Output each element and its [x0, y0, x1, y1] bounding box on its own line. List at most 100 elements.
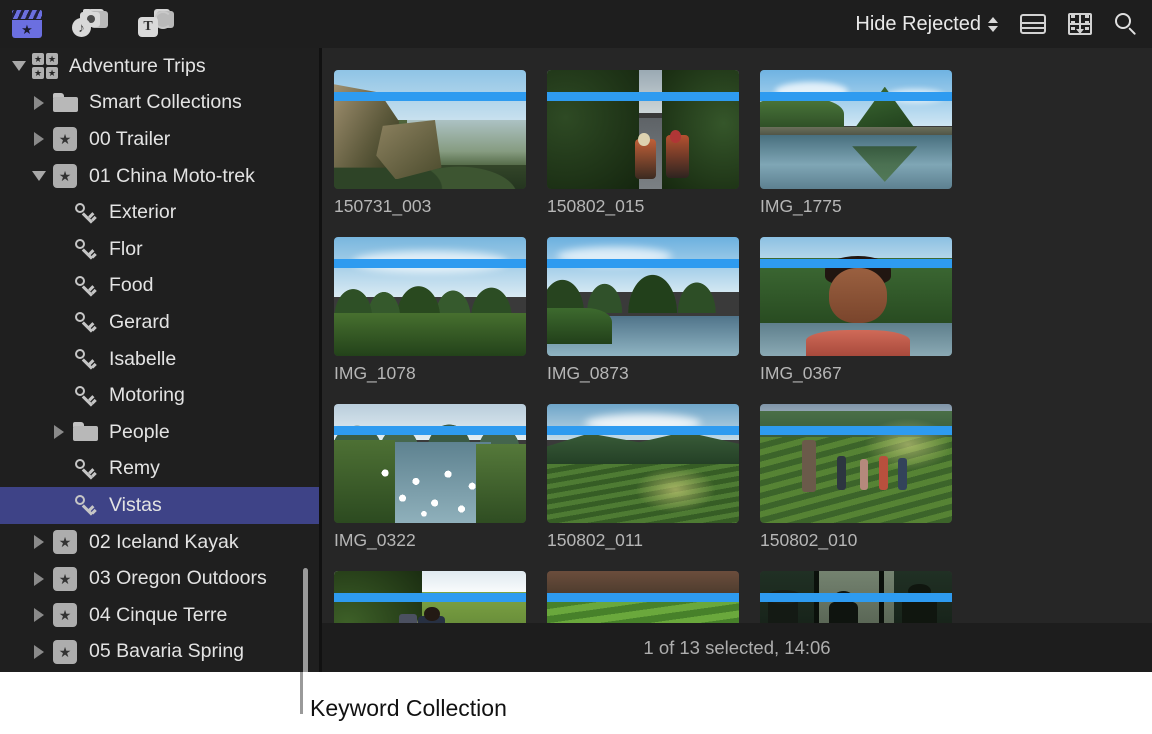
clip-item[interactable]: 150802_011 [547, 404, 739, 551]
sidebar-item-food[interactable]: Food [0, 268, 319, 305]
disclosure-triangle-collapsed[interactable] [54, 425, 64, 440]
clip-item[interactable]: 150802_015 [547, 70, 739, 217]
clip-item[interactable] [760, 571, 952, 623]
disclosure-triangle-expanded[interactable] [32, 171, 46, 182]
toolbar: ★ ♪ T Hide Rejected [0, 0, 1152, 48]
toolbar-left-group: ★ ♪ T [12, 9, 174, 39]
clip-browser[interactable]: 150731_003 150802_015 IMG_1775 IMG_1078 IMG_… [322, 48, 1152, 623]
clip-item[interactable] [547, 571, 739, 623]
clip-thumbnail[interactable] [547, 70, 739, 189]
clip-thumbnail[interactable] [547, 237, 739, 356]
keyword-marker-bar[interactable] [334, 593, 526, 602]
clip-thumbnail[interactable] [760, 404, 952, 523]
clip-thumbnail-image [334, 70, 526, 189]
sidebar-item-01-china-moto-trek[interactable]: ★ 01 China Moto-trek [0, 158, 319, 195]
key-tooth [91, 325, 97, 332]
clip-item[interactable]: IMG_0873 [547, 237, 739, 384]
sidebar-list: ★ ★ ★ ★ Adventure Trips Smart Collections ★ 00 … [0, 48, 319, 670]
sidebar-item-flor[interactable]: Flor [0, 231, 319, 268]
clip-thumbnail[interactable] [334, 404, 526, 523]
disclosure-triangle-expanded[interactable] [12, 61, 26, 72]
clip-thumbnail[interactable] [547, 571, 739, 623]
photos-audio-icon[interactable]: ♪ [72, 9, 108, 39]
disclosure-triangle-collapsed[interactable] [34, 535, 44, 550]
sidebar-item-smart-collections[interactable]: Smart Collections [0, 85, 319, 122]
sidebar-item-label: 04 Cinque Terre [89, 603, 228, 626]
clip-grid: 150731_003 150802_015 IMG_1775 IMG_1078 IMG_… [334, 70, 952, 623]
keyword-marker-bar[interactable] [760, 259, 952, 268]
keyword-marker-bar[interactable] [547, 92, 739, 101]
sidebar-item-adventure-trips[interactable]: ★ ★ ★ ★ Adventure Trips [0, 48, 319, 85]
clip-item[interactable]: IMG_1775 [760, 70, 952, 217]
library-clapperboard-icon[interactable]: ★ [12, 10, 42, 38]
clip-item[interactable]: IMG_0367 [760, 237, 952, 384]
sidebar-item-icon-slot [70, 275, 100, 297]
clip-item[interactable]: 150731_003 [334, 70, 526, 217]
sidebar-item-exterior[interactable]: Exterior [0, 194, 319, 231]
sidebar-item-motoring[interactable]: Motoring [0, 377, 319, 414]
callout-label: Keyword Collection [310, 695, 507, 721]
keyword-marker-bar[interactable] [334, 259, 526, 268]
search-icon[interactable] [1114, 12, 1138, 36]
list-view-icon[interactable] [1020, 14, 1046, 34]
chevron-up [988, 16, 998, 23]
clip-thumbnail-image [334, 404, 526, 523]
clip-name-label: 150802_015 [547, 196, 645, 216]
clip-thumbnail[interactable] [760, 571, 952, 623]
sidebar-item-isabelle[interactable]: Isabelle [0, 341, 319, 378]
keyword-marker-bar[interactable] [547, 426, 739, 435]
keyword-marker-bar[interactable] [334, 426, 526, 435]
clip-name-label: IMG_1078 [334, 363, 416, 383]
keyword-marker-bar[interactable] [547, 259, 739, 268]
sidebar-item-people[interactable]: People [0, 414, 319, 451]
disclosure-slot [28, 535, 50, 550]
sidebar-item-00-trailer[interactable]: ★ 00 Trailer [0, 121, 319, 158]
sidebar-item-05-bavaria-spring[interactable]: ★ 05 Bavaria Spring [0, 634, 319, 671]
keyword-marker-bar[interactable] [334, 92, 526, 101]
keyword-marker-bar[interactable] [760, 593, 952, 602]
filter-popup-button[interactable]: Hide Rejected [855, 13, 998, 36]
keyword-marker-bar[interactable] [547, 593, 739, 602]
clip-name-label: IMG_0322 [334, 530, 416, 550]
disclosure-triangle-collapsed[interactable] [34, 132, 44, 147]
clip-item[interactable] [334, 571, 526, 623]
disclosure-triangle-collapsed[interactable] [34, 644, 44, 659]
sidebar-item-02-iceland-kayak[interactable]: ★ 02 Iceland Kayak [0, 524, 319, 561]
selection-status-text: 1 of 13 selected, 14:06 [643, 636, 831, 658]
keyword-marker-bar[interactable] [760, 92, 952, 101]
keyword-key-icon [74, 202, 97, 224]
sidebar-item-icon-slot: ★ [50, 127, 80, 152]
sidebar-item-gerard[interactable]: Gerard [0, 304, 319, 341]
clip-item[interactable]: IMG_0322 [334, 404, 526, 551]
clip-thumbnail[interactable] [760, 237, 952, 356]
sidebar-item-03-oregon-outdoors[interactable]: ★ 03 Oregon Outdoors [0, 560, 319, 597]
libraries-sidebar[interactable]: ★ ★ ★ ★ Adventure Trips Smart Collections ★ 00 … [0, 48, 319, 672]
sidebar-item-icon-slot: ★ ★ ★ ★ [30, 53, 60, 80]
clip-item[interactable]: IMG_1078 [334, 237, 526, 384]
clapper-star: ★ [21, 21, 33, 37]
disclosure-triangle-collapsed[interactable] [34, 95, 44, 110]
disclosure-triangle-collapsed[interactable] [34, 571, 44, 586]
clip-thumbnail[interactable] [334, 70, 526, 189]
clip-thumbnail[interactable] [334, 237, 526, 356]
sidebar-item-label: Isabelle [109, 347, 177, 370]
sidebar-item-remy[interactable]: Remy [0, 451, 319, 488]
sidebar-item-vistas[interactable]: Vistas [0, 487, 319, 524]
title-T-icon: T [138, 17, 158, 37]
filmstrip-triangle [1076, 29, 1084, 34]
sidebar-scrollbar[interactable] [303, 568, 308, 672]
clip-item[interactable]: 150802_010 [760, 404, 952, 551]
keyword-marker-bar[interactable] [760, 426, 952, 435]
clip-thumbnail[interactable] [547, 404, 739, 523]
key-tooth [91, 472, 97, 478]
titles-generators-icon[interactable]: T [138, 9, 174, 39]
disclosure-triangle-collapsed[interactable] [34, 608, 44, 623]
key-tooth [91, 508, 97, 515]
callout-leader-line [300, 672, 303, 714]
filmstrip-view-icon[interactable] [1068, 13, 1092, 35]
sidebar-item-04-cinque-terre[interactable]: ★ 04 Cinque Terre [0, 597, 319, 634]
sidebar-item-label: 02 Iceland Kayak [89, 530, 239, 553]
clip-thumbnail[interactable] [760, 70, 952, 189]
clip-thumbnail[interactable] [334, 571, 526, 623]
key-tooth [91, 362, 97, 368]
